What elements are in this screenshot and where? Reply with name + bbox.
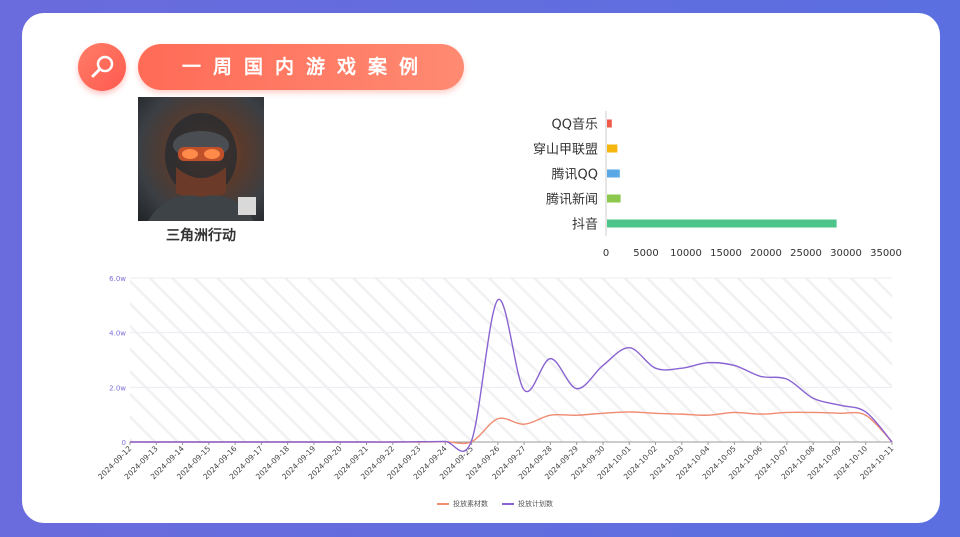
x-tick-label: 30000 bbox=[830, 248, 862, 259]
x-tick-label: 10000 bbox=[670, 248, 702, 259]
bar bbox=[607, 169, 620, 178]
x-tick-label: 15000 bbox=[710, 248, 742, 259]
main-card: 一周国内游戏案例 三角洲行动 QQ音乐穿山甲联盟腾讯QQ 腾讯新闻抖音 0 5000 1… bbox=[22, 13, 940, 523]
bar-category-label: QQ音乐 bbox=[552, 117, 598, 133]
x-tick-label: 35000 bbox=[870, 248, 902, 259]
legend-label: 投放计划数 bbox=[518, 500, 553, 508]
game-cover-image bbox=[138, 97, 264, 221]
x-tick-label: 0 bbox=[603, 248, 609, 259]
search-icon bbox=[78, 43, 126, 91]
platform-bar-chart: QQ音乐穿山甲联盟腾讯QQ 腾讯新闻抖音 0 5000 10000 15000 20000 2… bbox=[533, 111, 902, 259]
bar-category-label: 抖音 bbox=[572, 217, 598, 233]
bar-category-label: 穿山甲联盟 bbox=[533, 142, 598, 158]
trend-line-chart: 02.0w4.0w6.0w2024-09-122024-09-132024-09… bbox=[96, 275, 895, 481]
bar-category-label: 腾讯新闻 bbox=[546, 192, 598, 208]
bar bbox=[607, 119, 612, 128]
plot-area-background bbox=[130, 278, 892, 442]
y-tick-label: 2.0w bbox=[109, 384, 126, 392]
y-tick-label: 6.0w bbox=[109, 275, 126, 283]
bar bbox=[607, 219, 837, 228]
legend-label: 投放素材数 bbox=[453, 500, 488, 508]
bar bbox=[607, 194, 621, 203]
page-title: 一周国内游戏案例 bbox=[138, 44, 464, 90]
game-name: 三角洲行动 bbox=[166, 228, 236, 244]
y-tick-label: 4.0w bbox=[109, 330, 126, 338]
legend-swatch bbox=[437, 503, 449, 505]
x-tick-label: 20000 bbox=[750, 248, 782, 259]
legend-swatch bbox=[502, 503, 514, 505]
x-tick-label: 25000 bbox=[790, 248, 822, 259]
bar-category-label: 腾讯QQ bbox=[552, 167, 598, 183]
legend-item-plans[interactable]: 投放计划数 bbox=[502, 499, 553, 509]
legend-item-materials[interactable]: 投放素材数 bbox=[437, 499, 488, 509]
x-tick-label: 5000 bbox=[633, 248, 658, 259]
bar bbox=[607, 144, 618, 153]
